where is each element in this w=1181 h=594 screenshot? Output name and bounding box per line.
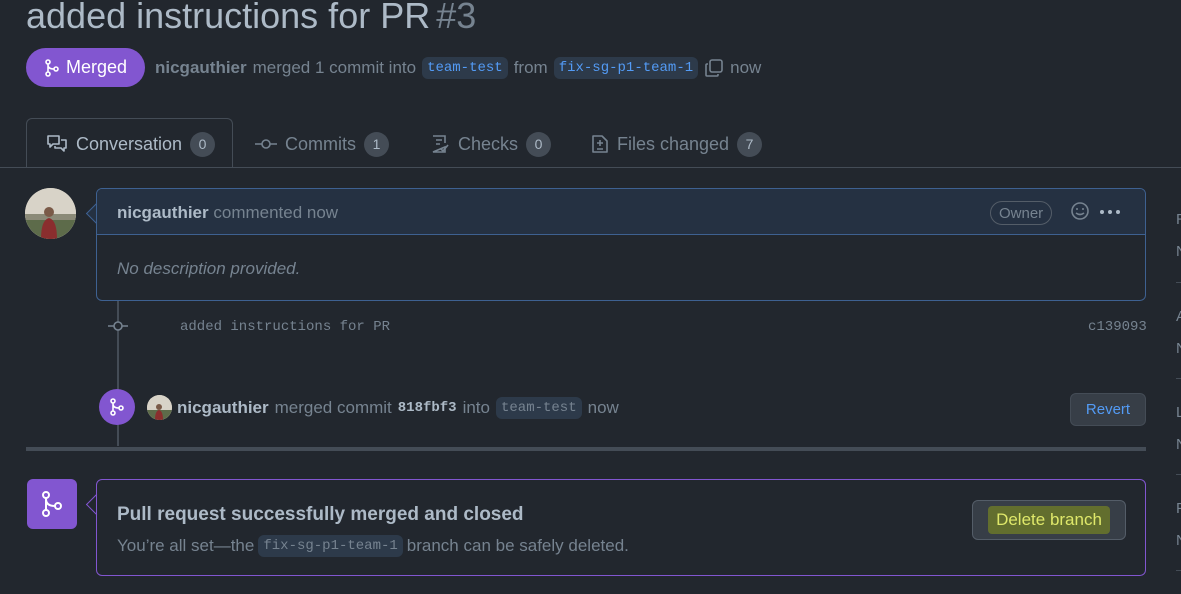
tab-commits-label: Commits [285, 133, 356, 154]
merge-commit-sha-link[interactable]: 818fbf3 [398, 400, 457, 416]
merged-desc-before: You’re all set—the [117, 536, 255, 555]
comment-action: commented now [213, 203, 339, 222]
merged-state-badge: Merged [26, 48, 145, 87]
commit-sha-link[interactable]: c139093 [1088, 319, 1147, 335]
pr-title-text: added instructions for PR [26, 0, 431, 36]
pr-number: #3 [436, 0, 477, 36]
sidebar-divider [1176, 282, 1181, 283]
avatar[interactable] [25, 188, 76, 239]
sidebar-fragment: A [1176, 308, 1181, 325]
tab-commits[interactable]: Commits 1 [255, 131, 389, 157]
pr-meta: nicgauthier merged 1 commit into team-te… [155, 57, 761, 79]
head-branch-tag[interactable]: fix-sg-p1-team-1 [553, 57, 699, 79]
tab-checks-count: 0 [526, 131, 552, 157]
base-branch-tag[interactable]: team-test [422, 57, 508, 79]
avatar[interactable] [147, 395, 172, 420]
pr-author-link[interactable]: nicgauthier [155, 58, 247, 78]
commit-message-link[interactable]: added instructions for PR [180, 319, 390, 335]
owner-badge: Owner [990, 201, 1053, 225]
merged-state-label: Merged [65, 57, 128, 77]
git-commit-icon [255, 139, 277, 149]
tab-conversation[interactable]: Conversation 0 [46, 131, 216, 157]
merged-status-title: Pull request successfully merged and clo… [117, 504, 524, 525]
tab-files-changed-count: 7 [737, 131, 763, 157]
sidebar-fragment: N [1176, 340, 1181, 357]
merge-time: now [587, 398, 619, 417]
comment-card: nicgauthier commented now Owner No descr… [96, 188, 1146, 301]
merge-author-link[interactable]: nicgauthier [177, 398, 269, 418]
merge-event-verb: merged commit [274, 398, 392, 417]
comment-body: No description provided. [117, 259, 301, 278]
comment-discussion-icon [47, 135, 67, 152]
kebab-horizontal-icon[interactable] [1099, 209, 1121, 215]
tab-checks-label: Checks [458, 133, 519, 154]
merge-into-text: into [462, 398, 490, 417]
tab-commits-count: 1 [364, 131, 389, 157]
merge-event-badge [99, 389, 135, 425]
tab-conversation-count: 0 [190, 131, 216, 157]
merged-status-description: You’re all set—the fix-sg-p1-team-1 bran… [117, 535, 629, 557]
sidebar-fragment: N [1176, 243, 1181, 260]
pr-title: added instructions for PR #3 [26, 0, 476, 40]
tab-files-changed-label: Files changed [617, 133, 730, 154]
git-commit-icon [108, 321, 128, 331]
pr-merged-text: merged 1 commit into [252, 58, 417, 77]
comment-header: nicgauthier commented now Owner [97, 189, 1145, 235]
checklist-icon [432, 135, 449, 153]
sidebar-divider [1176, 474, 1181, 475]
delete-branch-button[interactable]: Delete branch [972, 500, 1126, 540]
sidebar-fragment: L [1176, 404, 1181, 421]
tab-checks[interactable]: Checks 0 [430, 131, 552, 157]
pr-from-text: from [513, 58, 548, 77]
tab-conversation-label: Conversation [76, 133, 183, 154]
revert-button[interactable]: Revert [1070, 393, 1146, 426]
sidebar-fragment: R [1176, 211, 1181, 228]
git-merge-icon [110, 398, 124, 416]
merged-desc-branch-tag: fix-sg-p1-team-1 [258, 535, 403, 557]
tabs-divider [0, 167, 1181, 168]
sidebar-divider [1176, 378, 1181, 379]
tab-files-changed[interactable]: Files changed 7 [591, 131, 763, 157]
merge-event-text: nicgauthier merged commit 818fbf3 into t… [177, 397, 619, 419]
timeline-divider [26, 447, 1146, 451]
merged-desc-after: branch can be safely deleted. [406, 536, 629, 555]
sidebar-fragment: N [1176, 436, 1181, 453]
sidebar-divider [1176, 570, 1181, 571]
comment-author-link[interactable]: nicgauthier [117, 203, 209, 222]
pr-time: now [730, 58, 762, 77]
git-merge-icon [45, 58, 59, 77]
merged-status-icon-box [27, 479, 77, 529]
delete-branch-label: Delete branch [988, 506, 1110, 534]
comment-author-line: nicgauthier commented now [117, 203, 338, 223]
sidebar-fragment: P [1176, 500, 1181, 517]
merge-base-branch-tag[interactable]: team-test [496, 397, 582, 419]
copy-icon[interactable] [704, 58, 724, 78]
smiley-icon[interactable] [1070, 201, 1090, 221]
git-merge-icon [42, 491, 62, 517]
merged-status-box: Pull request successfully merged and clo… [96, 479, 1146, 576]
file-diff-icon [592, 135, 608, 153]
sidebar-fragment: N [1176, 532, 1181, 549]
